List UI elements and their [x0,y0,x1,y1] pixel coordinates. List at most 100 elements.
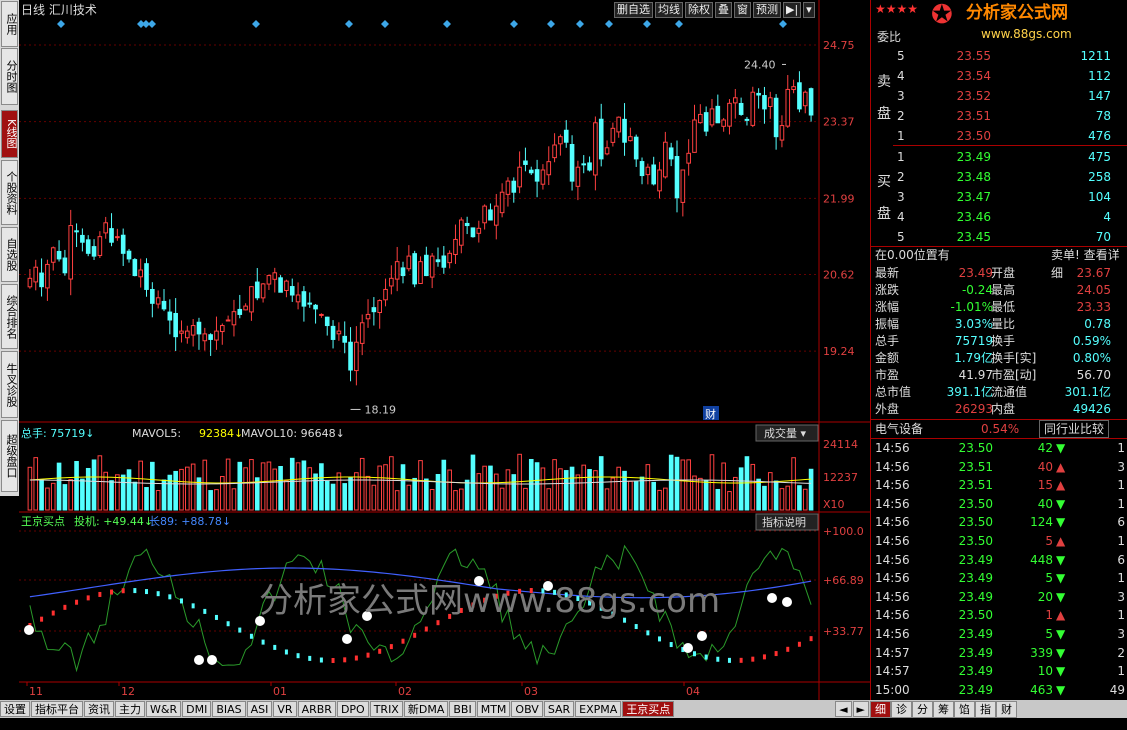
tick-time: 14:56 [875,608,910,623]
volume-bar [150,461,155,511]
panel-tab-0[interactable]: 细 [870,701,891,718]
indicator-tab-17[interactable]: EXPMA [575,701,622,717]
candle [767,97,773,108]
candle [686,152,691,164]
left-tab-6[interactable]: 牛叉诊股 [1,351,18,418]
tick-time: 14:57 [875,664,910,679]
price-tick: 19.24 [823,345,855,358]
candle [645,166,651,176]
ind-trend-mark [727,657,731,663]
toolbar-btn-2[interactable]: 除权 [685,2,713,18]
tick-time: 14:56 [875,478,910,493]
panel-tab-3[interactable]: 筹 [933,701,954,718]
volume-bar [628,480,633,511]
scroll-left-icon[interactable]: ◄ [835,701,852,717]
left-tab-4[interactable]: 自选股 [1,227,18,282]
toolbar-btn-4[interactable]: 窗 [734,2,751,18]
tick-row: 14:56 23.50 5 ▲ 1 [871,532,1127,550]
candle [365,313,371,320]
stat-label: 涨跌 [875,283,900,297]
candle [190,325,196,336]
indicator-tab-18[interactable]: 王京买点 [622,701,675,717]
tick-time: 14:56 [875,589,910,604]
left-tab-0[interactable]: 应用 [1,1,18,47]
panel-tab-1[interactable]: 诊 [891,701,912,718]
panel-tab-5[interactable]: 指 [975,701,996,718]
stat-label: 涨幅 [875,300,900,314]
logo-text: 分析家公式网 [966,3,1068,23]
ind-trend-mark [634,624,638,630]
panel-tab-2[interactable]: 分 [912,701,933,718]
indicator-tab-1[interactable]: 指标平台 [31,701,83,717]
indicator-tab-2[interactable]: 资讯 [84,701,114,717]
toolbar-btn-5[interactable]: 预测 [753,2,781,18]
indicator-tab-6[interactable]: BIAS [212,701,246,717]
indicator-tab-12[interactable]: 新DMA [403,701,449,717]
stat-row: 市盈 41.97 市盈[动] 56.70 [871,366,1127,384]
volume-bar [587,469,592,511]
left-tab-1[interactable]: 分时图 [1,48,18,105]
volume-bar [278,465,283,511]
price-tick: 20.62 [823,268,855,281]
candle [377,300,382,313]
x-tick: 11 [29,685,43,698]
toolbar-btn-0[interactable]: 删自选 [614,2,653,18]
volume: 70 [1095,230,1111,244]
compare-button[interactable]: 同行业比较 [1039,420,1110,438]
indicator-tab-7[interactable]: ASI [246,701,273,717]
panel-tab-4[interactable]: 馅 [954,701,975,718]
tick-price: 23.49 [958,682,993,697]
candle [155,297,161,305]
tick-count: 1 [1117,664,1125,679]
tick-count: 3 [1117,627,1125,641]
tick-row: 14:56 23.50 40 ▼ 1 [871,495,1127,513]
indicator-tab-10[interactable]: DPO [336,701,369,717]
panel-tab-6[interactable]: 财 [996,701,1017,718]
indicator-tab-5[interactable]: DMI [182,701,212,717]
indicator-tab-15[interactable]: OBV [511,701,543,717]
ind-tick: +33.77 [823,625,864,638]
panel-tab-bar: 细诊分筹馅指财 [870,700,1127,718]
kline-chart[interactable]: 24.75 23.37 21.99 20.62 19.24 日线 汇川技术 24.40 18.… [19,0,870,700]
candle [260,283,266,299]
volume-bar [639,476,645,511]
indicator-tab-11[interactable]: TRIX [369,701,403,717]
indicator-tab-14[interactable]: MTM [476,701,511,717]
indicator-tab-13[interactable]: BBI [449,701,476,717]
volume-bar [103,471,109,511]
tick-count: 1 [1117,571,1125,586]
volume-bar [563,470,569,511]
vol-total: 总手: 75719↓ [21,426,94,440]
stat-value: 0.59% [1072,334,1111,348]
toolbar-arrow-icon[interactable]: ▶| [783,2,802,18]
left-tab-3[interactable]: 个股资料 [1,160,18,225]
scroll-right-icon[interactable]: ► [852,701,869,717]
chart-toolbar: 删自选 均线 除权叠窗预测 ▶| ▾ [614,2,817,18]
indicator-tab-3[interactable]: 主力 [115,701,145,717]
volume-bar [190,463,196,511]
indicator-tab-8[interactable]: VR [273,701,297,717]
indicator-tab-9[interactable]: ARBR [297,701,336,717]
left-tab-2[interactable]: K线图 [1,110,18,158]
candle [400,267,406,277]
left-tab-7[interactable]: 超级盘口 [1,420,18,492]
ind-trend-mark [646,630,650,636]
sell-row: 5 23.55 1211 [871,47,1127,65]
toolbar-menu-icon[interactable]: ▾ [803,2,815,18]
down-arrow-icon: ▼ [1056,571,1066,586]
toolbar-btn-3[interactable]: 叠 [715,2,732,18]
indicator-tab-16[interactable]: SAR [543,701,575,717]
tick-row: 14:57 23.49 339 ▼ 2 [871,644,1127,662]
ind-trend-mark [98,591,102,597]
indicator-tab-4[interactable]: W&R [146,701,182,717]
tick-count: 49 [1109,682,1125,697]
volume-bar [511,474,517,511]
toolbar-btn-1[interactable]: 均线 [655,2,683,18]
tick-price: 23.49 [958,552,993,567]
candle [185,330,190,339]
volume-bar [383,464,388,511]
left-tab-5[interactable]: 综合排名 [1,284,18,349]
buy-row: 5 23.45 70 [871,228,1127,246]
volume-bar [464,479,470,511]
indicator-tab-0[interactable]: 设置 [0,701,30,717]
